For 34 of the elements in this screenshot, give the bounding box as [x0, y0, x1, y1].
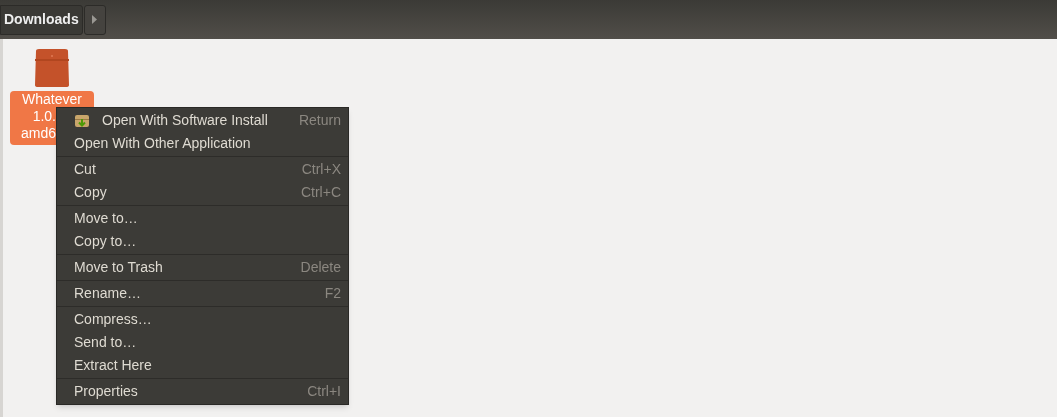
shortcut-label: Ctrl+I	[307, 382, 341, 401]
menu-item[interactable]: Properties Ctrl+I	[57, 380, 348, 403]
menu-item-label: Copy	[74, 183, 108, 202]
file-name: 1.0.	[32, 108, 56, 125]
menu-item[interactable]: Rename… F2	[57, 282, 348, 305]
package-icon	[74, 112, 90, 129]
menu-item-label: Open With Software Install	[102, 111, 269, 130]
shortcut-label: Delete	[300, 258, 341, 277]
menu-item-label: Rename…	[74, 284, 142, 303]
menu-item-label: Compress…	[74, 310, 153, 329]
caret-right-icon	[92, 15, 98, 24]
menu-item[interactable]: Send to…	[57, 331, 348, 354]
shortcut-label: Return	[298, 111, 341, 130]
menu-item[interactable]: Move to…	[57, 207, 348, 230]
path-next-button[interactable]	[83, 4, 106, 35]
menu-item-label: Send to…	[74, 333, 138, 352]
menu-item[interactable]: Move to Trash Delete	[57, 256, 348, 279]
menu-item-label: Cut	[74, 160, 97, 179]
menu-item-label: Properties	[74, 382, 139, 401]
menu-item[interactable]: Extract Here	[57, 354, 348, 377]
shortcut-label: Ctrl+C	[300, 183, 341, 202]
menu-item-label: Move to…	[74, 209, 139, 228]
menu-item[interactable]: Copy Ctrl+C	[57, 181, 348, 204]
menu-item[interactable]: Cut Ctrl+X	[57, 158, 348, 181]
shortcut-label: F2	[324, 284, 341, 303]
file-name: Whatever	[22, 91, 82, 108]
shortcut-label: Ctrl+X	[301, 160, 341, 179]
path-button[interactable]: Downloads	[0, 4, 83, 35]
menu-item[interactable]: Compress…	[57, 308, 348, 331]
menu-item-label: Copy to…	[74, 232, 138, 251]
menu-item-label: Extract Here	[74, 356, 153, 375]
menu-item-label: Move to Trash	[74, 258, 164, 277]
menu-item[interactable]: Copy to…	[57, 230, 348, 253]
file-name: amd6	[20, 125, 56, 142]
